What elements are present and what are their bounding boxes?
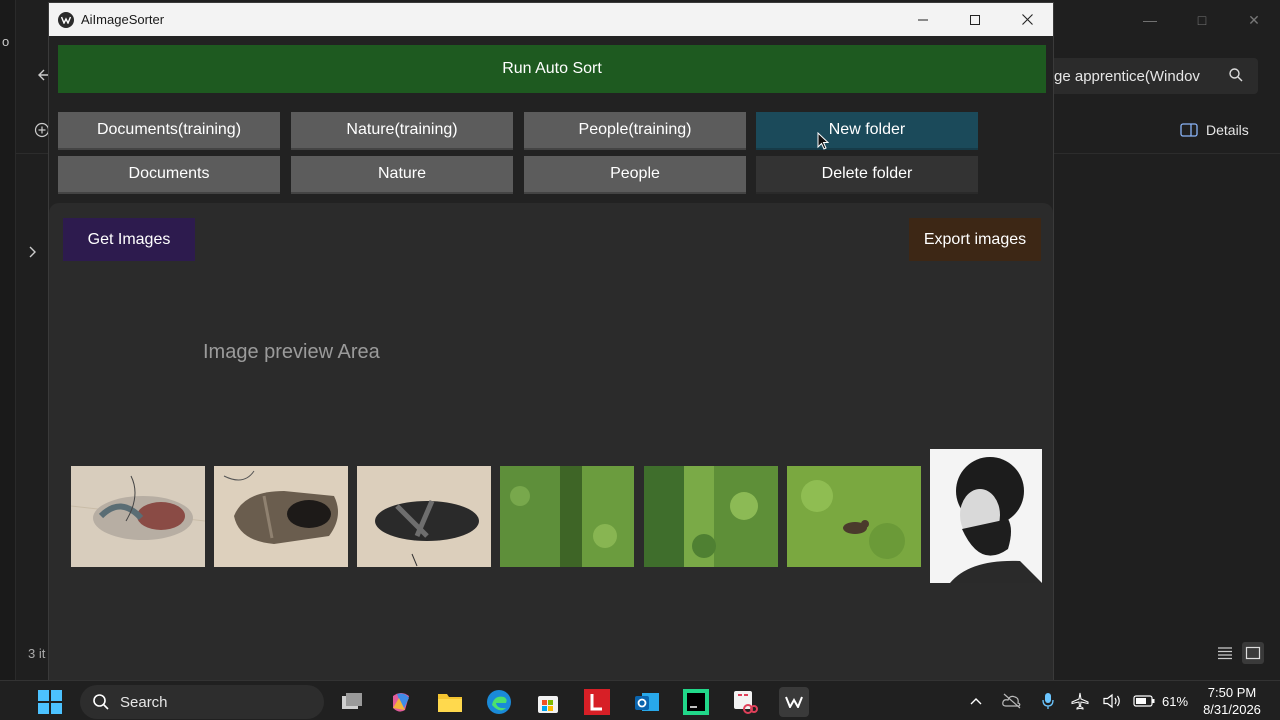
minimize-icon[interactable]: —: [1124, 0, 1176, 40]
view-toggles: [1214, 642, 1264, 664]
app-window: AiImageSorter Run Auto Sort Documents(tr…: [48, 2, 1054, 680]
chevron-up-icon[interactable]: [960, 681, 992, 720]
pycharm-icon[interactable]: [681, 687, 711, 717]
copilot-icon[interactable]: [386, 687, 416, 717]
image-preview-label: Image preview Area: [203, 341, 380, 363]
airplane-mode-icon[interactable]: [1064, 681, 1096, 720]
microphone-icon[interactable]: [1032, 681, 1064, 720]
battery-icon[interactable]: [1128, 681, 1160, 720]
details-pane-icon: [1180, 123, 1198, 137]
taskbar-search[interactable]: Search: [80, 685, 324, 719]
snipping-tool-icon[interactable]: [730, 687, 760, 717]
cat-on-grass-thumbnail[interactable]: [787, 466, 921, 567]
shoe-thumbnail[interactable]: [71, 466, 205, 567]
mouse-pointer-icon: [817, 132, 829, 150]
image-workspace: Get Images Export images Image preview A…: [49, 203, 1053, 680]
windows-logo-icon: [38, 690, 62, 714]
background-window-controls: — □ ✕: [1054, 0, 1280, 40]
maximize-icon: [970, 14, 980, 25]
clock[interactable]: 7:50 PM 8/31/2026: [1192, 684, 1272, 718]
window-title: AiImageSorter: [81, 12, 165, 27]
documents-folder-button[interactable]: Documents: [58, 156, 280, 194]
get-images-button[interactable]: Get Images: [63, 218, 195, 261]
edge-browser-icon[interactable]: [484, 687, 514, 717]
details-label: Details: [1206, 122, 1249, 138]
nature-training-button[interactable]: Nature(training): [291, 112, 513, 150]
export-images-button[interactable]: Export images: [909, 218, 1041, 261]
sandal-thumbnail[interactable]: [357, 466, 491, 567]
system-tray: 61%: [960, 681, 1198, 720]
app-logo-icon: [58, 11, 74, 28]
people-folder-button[interactable]: People: [524, 156, 746, 194]
portrait-thumbnail[interactable]: [930, 449, 1042, 583]
background-status-text: 3 it: [28, 646, 46, 661]
red-l-app-icon[interactable]: [582, 687, 612, 717]
ai-image-sorter-taskbar-icon[interactable]: [779, 687, 809, 717]
start-button[interactable]: [35, 687, 65, 717]
run-auto-sort-button[interactable]: Run Auto Sort: [58, 45, 1046, 93]
background-cut-text: o: [2, 34, 10, 49]
boot-thumbnail[interactable]: [214, 466, 348, 567]
list-view-icon[interactable]: [1214, 642, 1236, 664]
background-search-text: ge apprentice(Windov: [1054, 67, 1200, 85]
outlook-icon[interactable]: [632, 687, 662, 717]
grass-thumbnail[interactable]: [500, 466, 634, 567]
delete-folder-button[interactable]: Delete folder: [756, 156, 978, 194]
documents-training-button[interactable]: Documents(training): [58, 112, 280, 150]
search-icon[interactable]: [1228, 67, 1244, 83]
app-client-area: Run Auto Sort Documents(training) Nature…: [49, 36, 1053, 680]
close-icon[interactable]: ✕: [1228, 0, 1280, 40]
volume-icon[interactable]: [1096, 681, 1128, 720]
clock-date: 8/31/2026: [1203, 702, 1261, 717]
cloud-off-icon[interactable]: [996, 681, 1028, 720]
battery-percent: 61%: [1162, 693, 1189, 709]
window-controls: [897, 3, 1053, 36]
clock-time: 7:50 PM: [1207, 685, 1257, 700]
details-pane-button[interactable]: Details: [1180, 122, 1249, 138]
chevron-right-icon[interactable]: [28, 246, 38, 258]
minimize-button[interactable]: [897, 3, 949, 36]
background-left-strip: o: [0, 0, 16, 680]
nature-folder-button[interactable]: Nature: [291, 156, 513, 194]
close-icon: [1021, 14, 1033, 25]
grass-thumbnail[interactable]: [644, 466, 778, 567]
background-search-field[interactable]: ge apprentice(Windov: [1040, 58, 1258, 94]
minimize-icon: [918, 19, 928, 20]
people-training-button[interactable]: People(training): [524, 112, 746, 150]
close-button[interactable]: [1001, 3, 1053, 36]
microsoft-store-icon[interactable]: [533, 687, 563, 717]
new-folder-button[interactable]: New folder: [756, 112, 978, 150]
maximize-icon[interactable]: □: [1176, 0, 1228, 40]
tiles-view-icon[interactable]: [1242, 642, 1264, 664]
search-icon: [93, 694, 109, 710]
taskbar: Search 61% 7:50 PM 8/31/2026: [0, 680, 1280, 720]
taskbar-search-placeholder: Search: [120, 693, 168, 711]
task-view-icon[interactable]: [337, 687, 367, 717]
title-bar[interactable]: AiImageSorter: [49, 3, 1053, 36]
maximize-button[interactable]: [949, 3, 1001, 36]
file-explorer-icon[interactable]: [435, 687, 465, 717]
